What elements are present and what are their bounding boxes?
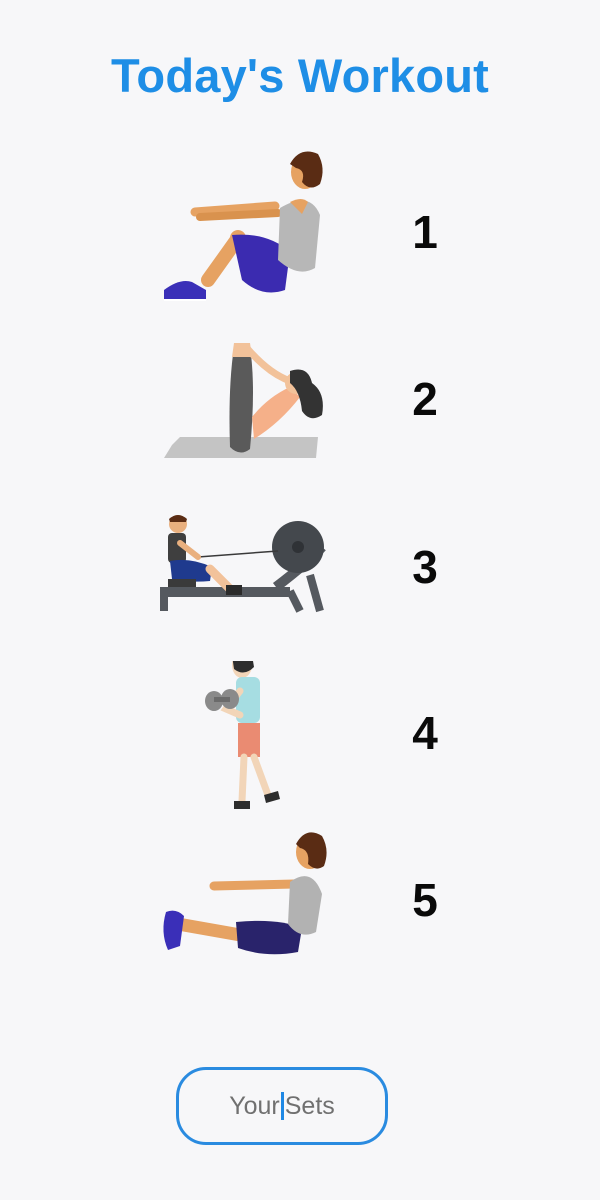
- exercise-row-4: 4: [0, 661, 600, 827]
- sets-button-label-start: Your: [229, 1091, 280, 1120]
- exercise-number: 1: [412, 206, 438, 258]
- rowing-machine-icon: [160, 515, 326, 613]
- exercise-row-3: 3: [0, 495, 600, 661]
- your-sets-button[interactable]: Your Sets: [176, 1067, 388, 1145]
- exercise-number: 3: [412, 541, 438, 593]
- text-caret: [280, 1092, 284, 1120]
- leg-raise-crunch-icon: [164, 343, 323, 458]
- exercise-number: 5: [412, 874, 438, 926]
- exercise-row-5: 5: [0, 828, 600, 994]
- exercise-number: 2: [412, 373, 438, 425]
- situp-exercise-icon: [164, 151, 323, 301]
- exercise-number: 4: [412, 707, 438, 759]
- exercise-row-2: 2: [0, 327, 600, 493]
- sets-button-label-end: Sets: [284, 1091, 335, 1120]
- exercise-row-1: 1: [0, 140, 600, 306]
- page-title: Today's Workout: [110, 49, 489, 102]
- v-sit-exercise-icon: [163, 832, 327, 955]
- dumbbell-walk-icon: [205, 661, 280, 809]
